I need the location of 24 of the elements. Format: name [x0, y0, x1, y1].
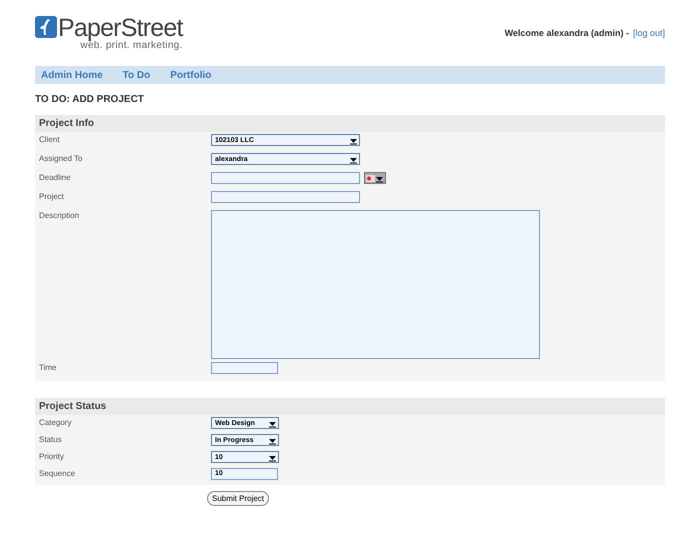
field-label: Status — [38, 434, 63, 444]
field-label: Project — [38, 191, 65, 201]
section-header: Project Info — [35, 115, 665, 132]
section-header: Project Status — [35, 398, 665, 415]
field-label: Category — [38, 417, 72, 427]
input-field[interactable] — [211, 191, 360, 203]
field-label: Sequence — [38, 468, 76, 478]
page-title: TO DO: ADD PROJECT — [35, 94, 145, 105]
welcome-text: Welcome alexandra (admin) - — [504, 28, 629, 38]
field-label: Client — [38, 134, 60, 144]
logo-icon — [35, 16, 57, 38]
calendar-icon — [366, 174, 375, 182]
field-label: Priority — [38, 451, 65, 461]
logout-link[interactable]: [log out] — [632, 28, 665, 38]
field-label: Deadline — [38, 172, 72, 182]
field-label: Description — [38, 210, 80, 220]
submit-button[interactable]: Submit Project — [207, 491, 270, 506]
date-field[interactable] — [211, 172, 360, 184]
input-field[interactable] — [211, 362, 278, 374]
calendar-button[interactable] — [364, 172, 386, 184]
logo-name: PaperStreet — [58, 16, 183, 41]
logo-tagline: web. print. marketing. — [80, 41, 183, 51]
field-label: Assigned To — [38, 153, 84, 163]
field-label: Time — [38, 362, 58, 372]
